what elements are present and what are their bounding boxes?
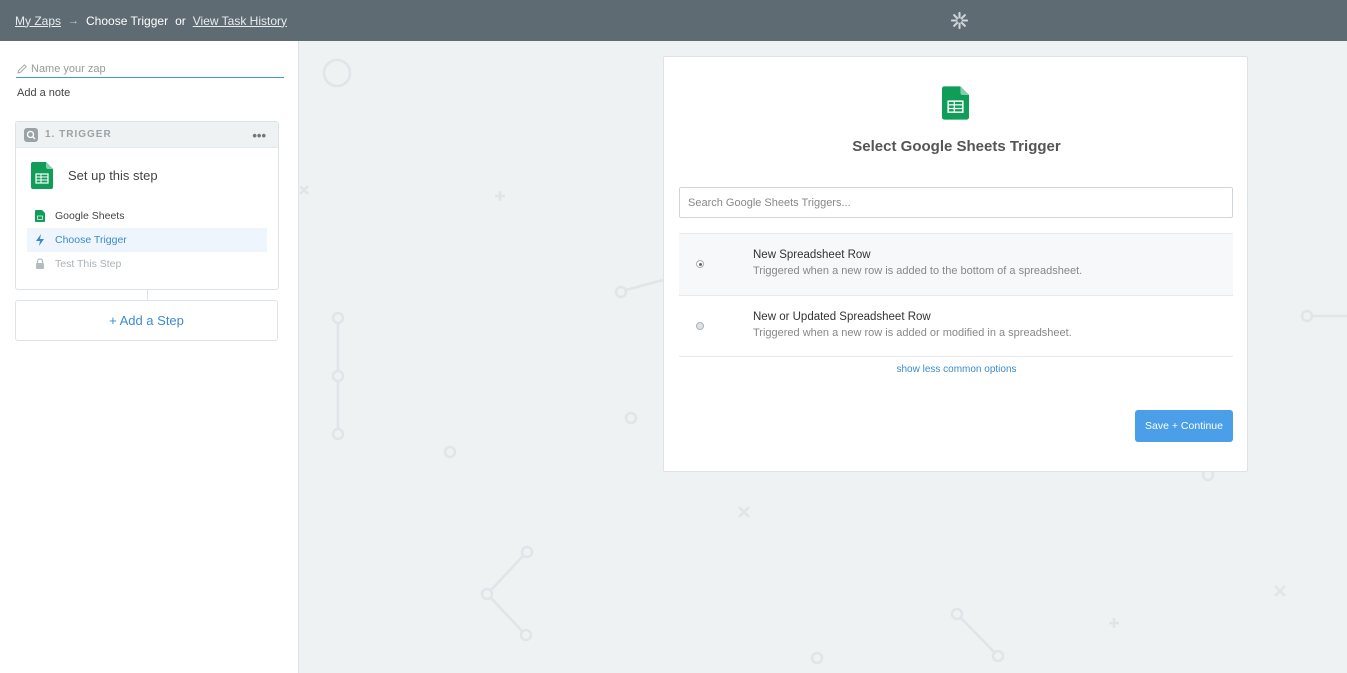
trigger-selection-card: Select Google Sheets Trigger New Spreads… [663, 56, 1248, 472]
add-step-button[interactable]: + Add a Step [15, 300, 278, 341]
add-note-link[interactable]: Add a note [17, 87, 70, 99]
trigger-icon [24, 127, 38, 142]
breadcrumb-current: Choose Trigger [86, 13, 169, 28]
lightning-bolt-icon [34, 234, 46, 246]
zap-name-input[interactable] [31, 63, 271, 75]
substep-google-sheets[interactable]: Google Sheets [27, 204, 267, 228]
radio-button[interactable] [696, 322, 704, 330]
option-description: Triggered when a new row is added or mod… [753, 327, 1072, 339]
breadcrumb-arrow: → [68, 14, 80, 27]
trigger-search-field [679, 187, 1233, 218]
google-sheets-icon [31, 162, 53, 189]
option-title: New or Updated Spreadsheet Row [753, 311, 931, 323]
substep-label: Test This Step [55, 258, 122, 270]
trigger-option-new-or-updated-row[interactable]: New or Updated Spreadsheet Row Triggered… [679, 295, 1233, 357]
option-description: Triggered when a new row is added to the… [753, 265, 1083, 277]
breadcrumb-or: or [175, 13, 186, 28]
option-title: New Spreadsheet Row [753, 249, 871, 261]
lock-icon [34, 258, 46, 270]
trigger-step-label: 1. TRIGGER [45, 129, 112, 140]
zapier-logo-icon [951, 12, 968, 29]
trigger-step-header: 1. TRIGGER ••• [16, 122, 278, 148]
step-main[interactable]: Set up this step [31, 162, 158, 189]
trigger-search-input[interactable] [680, 188, 1232, 217]
radio-button-selected[interactable] [696, 260, 704, 268]
step-title: Set up this step [68, 168, 158, 183]
substep-label: Choose Trigger [55, 234, 127, 246]
google-sheets-icon [942, 86, 969, 120]
step-menu-button[interactable]: ••• [252, 128, 266, 143]
show-less-options-link[interactable]: show less common options [664, 364, 1249, 375]
google-sheets-icon [34, 210, 46, 222]
sidebar: Add a note 1. TRIGGER ••• Set up this st [0, 41, 299, 673]
substep-test-this-step[interactable]: Test This Step [27, 252, 267, 276]
top-bar: My Zaps → Choose Trigger or View Task Hi… [0, 0, 1347, 41]
pencil-icon [17, 64, 27, 74]
zap-name-field [16, 61, 284, 78]
options-divider [679, 356, 1233, 357]
card-title: Select Google Sheets Trigger [852, 138, 1061, 155]
trigger-step-card: 1. TRIGGER ••• Set up this step Google S… [15, 121, 279, 290]
trigger-option-new-spreadsheet-row[interactable]: New Spreadsheet Row Triggered when a new… [679, 233, 1233, 295]
substep-choose-trigger[interactable]: Choose Trigger [27, 228, 267, 252]
my-zaps-link[interactable]: My Zaps [15, 14, 61, 28]
substep-label: Google Sheets [55, 210, 125, 222]
step-connector [147, 290, 148, 300]
save-continue-button[interactable]: Save + Continue [1135, 410, 1233, 442]
view-task-history-link[interactable]: View Task History [193, 14, 287, 28]
